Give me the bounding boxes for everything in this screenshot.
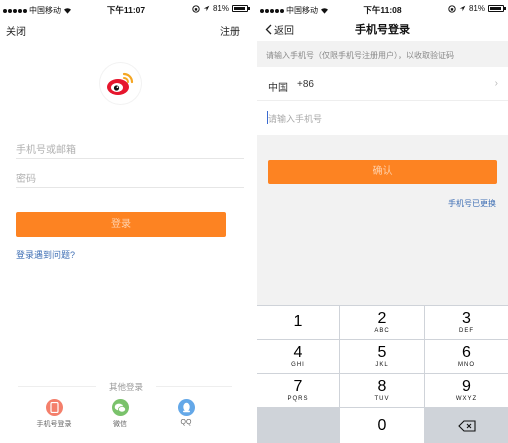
battery-percent: 81% bbox=[468, 4, 485, 13]
lock-rotation-icon bbox=[448, 4, 456, 13]
location-icon bbox=[203, 5, 210, 12]
key-7[interactable]: 7 PQRS bbox=[257, 374, 339, 407]
battery-percent: 81% bbox=[212, 4, 229, 13]
divider-line bbox=[156, 386, 232, 387]
key-2[interactable]: 2 ABC bbox=[340, 306, 424, 339]
nav-bar: 返回 手机号登录 bbox=[257, 18, 508, 41]
key-5[interactable]: 5 JKL bbox=[340, 340, 424, 373]
key-0[interactable]: 0 bbox=[340, 408, 424, 443]
wechat-login-label: 微信 bbox=[113, 421, 127, 428]
chevron-right-icon: › bbox=[494, 78, 498, 89]
key-8[interactable]: 8 TUV bbox=[340, 374, 424, 407]
phone-changed-link[interactable]: 手机号已更换 bbox=[448, 198, 496, 209]
account-field[interactable]: 手机号或邮箱 bbox=[16, 131, 244, 159]
phone-login-label: 手机号登录 bbox=[36, 421, 72, 428]
numeric-keypad: 1 2 ABC 3 DEF 4 GHI 5 JKL 6 MNO 7 PQRS 8 TUV 9W… bbox=[257, 305, 508, 443]
qq-login-label: QQ bbox=[180, 419, 192, 426]
weibo-icon bbox=[107, 72, 134, 95]
key-1[interactable]: 1 bbox=[257, 306, 339, 339]
password-field[interactable]: 密码 bbox=[16, 160, 244, 188]
wechat-icon bbox=[111, 399, 129, 416]
key-blank bbox=[257, 408, 339, 443]
battery-icon bbox=[488, 5, 506, 12]
phone-icon bbox=[45, 399, 63, 416]
backspace-icon bbox=[457, 419, 476, 432]
text-cursor bbox=[267, 111, 268, 124]
country-code: +86 bbox=[297, 79, 314, 90]
lock-rotation-icon bbox=[192, 4, 200, 13]
phone-login-screen: 中国移动 下午11:08 81% 返回 手机号登录 请输入手机号（仅限手机号注册… bbox=[257, 0, 508, 443]
country-name: 中国 bbox=[268, 83, 288, 94]
wechat-login-option[interactable]: 微信 bbox=[95, 399, 145, 429]
weibo-logo bbox=[100, 63, 141, 104]
close-button[interactable]: 关闭 bbox=[6, 23, 26, 38]
nav-bar: 关闭 注册 bbox=[0, 20, 252, 42]
other-login-title: 其他登录 bbox=[108, 382, 143, 392]
location-icon bbox=[459, 5, 466, 12]
phone-input[interactable] bbox=[265, 110, 499, 128]
phone-login-option[interactable]: 手机号登录 bbox=[29, 399, 79, 429]
login-screen: 中国移动 下午11:07 81% 关闭 注册 手机号或邮箱 密码 登录 登录遇到… bbox=[0, 0, 252, 443]
delete-key[interactable] bbox=[425, 408, 508, 443]
hint-text: 请输入手机号（仅限手机号注册用户），以收取验证码 bbox=[257, 41, 508, 67]
key-3[interactable]: 3 DEF bbox=[425, 306, 508, 339]
status-bar: 中国移动 下午11:07 81% bbox=[0, 0, 252, 18]
confirm-button[interactable]: 确认 bbox=[268, 160, 497, 184]
login-button[interactable]: 登录 bbox=[16, 212, 226, 237]
page-title: 手机号登录 bbox=[355, 24, 410, 36]
key-6[interactable]: 6 MNO bbox=[425, 340, 508, 373]
key-4[interactable]: 4 GHI bbox=[257, 340, 339, 373]
battery-icon bbox=[232, 5, 250, 12]
qq-login-option[interactable]: QQ bbox=[161, 399, 211, 426]
login-help-link[interactable]: 登录遇到问题? bbox=[16, 248, 75, 261]
key-9[interactable]: 9 WXYZ bbox=[425, 374, 508, 407]
country-selector[interactable]: 中国 +86 › bbox=[257, 67, 508, 101]
other-login-divider: 其他登录 bbox=[0, 379, 252, 393]
qq-icon bbox=[177, 399, 195, 416]
status-bar: 中国移动 下午11:08 81% bbox=[257, 0, 508, 18]
register-button[interactable]: 注册 bbox=[220, 23, 240, 38]
